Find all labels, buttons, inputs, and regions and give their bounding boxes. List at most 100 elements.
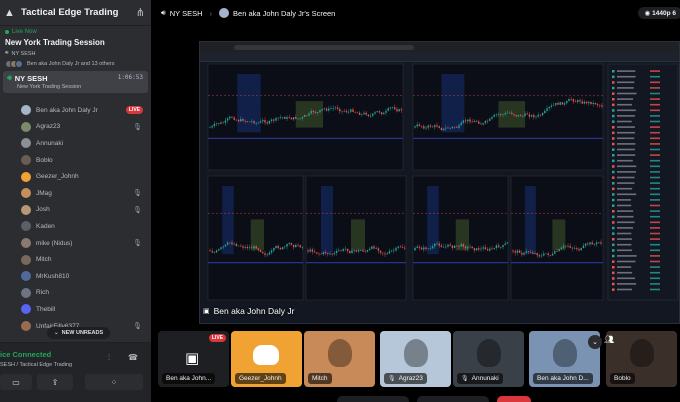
avatar xyxy=(21,238,31,249)
monitor-icon: ▣ xyxy=(203,308,210,315)
avatar-icon xyxy=(553,339,577,367)
user-name: Agraz23 xyxy=(36,123,61,131)
screen-share-button[interactable]: ⇪ xyxy=(37,374,73,390)
avatar xyxy=(21,304,31,315)
muted-mic-icon: 🎙︎ xyxy=(133,323,142,331)
participant-avatars xyxy=(5,60,23,68)
live-badge: LIVE xyxy=(208,334,226,342)
voice-user-list: Ben aka John Daly Jr LIVE Agraz23 🎙︎ Annunak… xyxy=(0,102,151,334)
avatar-icon xyxy=(328,339,352,367)
live-event-card[interactable]: Live Now New York Trading Session 🔊︎ NY … xyxy=(0,26,151,68)
participant-tile[interactable]: 🎙︎ Agraz23 xyxy=(380,331,451,387)
voice-user[interactable]: Agraz23 🎙︎ xyxy=(0,119,151,136)
stream-stage: 🔊︎ NY SESH › Ben aka John Daly Jr's Scre… xyxy=(151,0,680,402)
server-menu-icon[interactable]: ⋔ xyxy=(136,6,145,19)
user-name: Boblo xyxy=(36,156,53,164)
tile-name: Ben aka John D... xyxy=(537,375,589,382)
control-bar-hint xyxy=(417,396,489,402)
tile-name: Boblo xyxy=(614,375,631,382)
participant-tile[interactable]: ▣ LIVE Ben aka John... xyxy=(158,331,229,387)
user-name: Thebill xyxy=(36,305,56,313)
avatar xyxy=(21,271,31,282)
activities-button[interactable]: ⁘ xyxy=(85,374,143,390)
shared-screen[interactable] xyxy=(199,41,680,324)
presenter-label: ▣ Ben aka John Daly Jr xyxy=(203,306,295,316)
server-name: Tactical Edge Trading xyxy=(21,7,119,18)
avatar xyxy=(21,254,31,265)
disconnect-icon[interactable]: ☎ xyxy=(128,353,138,362)
avatar xyxy=(21,204,31,215)
stream-quality-badge[interactable]: ◉ 1440p 6 xyxy=(638,7,680,19)
participant-tile[interactable]: Geezer_Johnh xyxy=(231,331,302,387)
voice-connection-panel: ice Connected SESH / Tactical Edge Tradi… xyxy=(0,342,151,402)
chevron-down-icon: ⌄ xyxy=(54,330,59,336)
stage-header: 🔊︎ NY SESH › Ben aka John Daly Jr's Scre… xyxy=(151,0,680,26)
user-name: MrKush810 xyxy=(36,272,70,280)
muted-mic-icon: 🎙︎ xyxy=(133,206,142,214)
voice-user[interactable]: Thebill xyxy=(0,301,151,318)
event-channel-name: NY SESH xyxy=(11,50,36,57)
control-bar-hint xyxy=(337,396,409,402)
avatar-icon xyxy=(477,339,501,367)
server-logo-icon: ▲ xyxy=(4,6,15,19)
speaker-icon: 🔊︎ xyxy=(161,8,166,17)
stage-channel-name[interactable]: NY SESH xyxy=(170,9,203,18)
user-name: mike (Nidus) xyxy=(36,239,73,247)
voice-status: ice Connected xyxy=(0,350,52,359)
avatar xyxy=(21,287,31,298)
user-name: JMag xyxy=(36,189,52,197)
voice-user[interactable]: Geezer_Johnh xyxy=(0,168,151,185)
muted-mic-icon: 🎙︎ xyxy=(133,190,142,198)
voice-channel-ny-sesh[interactable]: 🔊︎ NY SESH New York Trading Session 1:06… xyxy=(3,71,148,93)
tile-name: Agraz23 xyxy=(398,375,423,382)
muted-mic-icon: 🎙︎ xyxy=(133,123,142,131)
voice-channel-name: NY SESH xyxy=(14,73,48,83)
voice-user[interactable]: MrKush810 xyxy=(0,268,151,285)
avatar-icon xyxy=(630,339,654,367)
user-name: Josh xyxy=(36,206,50,214)
voice-user[interactable]: Mitch xyxy=(0,251,151,268)
avatar xyxy=(21,321,31,332)
voice-user[interactable]: Josh 🎙︎ xyxy=(0,202,151,219)
new-unreads-button[interactable]: ⌄ NEW UNREADS xyxy=(47,327,111,339)
live-dot-icon xyxy=(5,30,9,34)
voice-user[interactable]: Rich xyxy=(0,285,151,302)
server-header[interactable]: ▲ Tactical Edge Trading ⋔ xyxy=(0,0,151,26)
tile-name: Mitch xyxy=(312,375,328,382)
voice-user[interactable]: Annunaki xyxy=(0,135,151,152)
discord-logo-icon xyxy=(253,345,279,365)
live-now-label: Live Now xyxy=(12,29,37,35)
leave-call-button[interactable] xyxy=(497,396,531,402)
screen-title: Ben aka John Daly Jr's Screen xyxy=(233,8,336,18)
noise-suppression-icon[interactable]: ⫶ xyxy=(108,353,110,363)
voice-user[interactable]: Kaden xyxy=(0,218,151,235)
participant-tile[interactable]: Boblo xyxy=(606,331,677,387)
voice-channel-icon: 🔊︎ xyxy=(7,73,12,82)
user-name: Kaden xyxy=(36,222,55,230)
session-timer: 1:06:53 xyxy=(117,74,143,81)
voice-channel-topic: New York Trading Session xyxy=(17,84,82,90)
people-icon[interactable]: 👥︎ xyxy=(604,335,614,344)
tile-name: Ben aka John... xyxy=(166,375,212,382)
voice-location[interactable]: SESH / Tactical Edge Trading xyxy=(0,362,72,368)
user-name: Rich xyxy=(36,289,50,297)
participant-tile[interactable]: 🎙︎ Annunaki xyxy=(453,331,524,387)
avatar xyxy=(21,221,31,232)
avatar-icon xyxy=(404,339,428,367)
voice-user[interactable]: mike (Nidus) 🎙︎ xyxy=(0,235,151,252)
video-button[interactable]: ▭ xyxy=(0,374,32,390)
participant-tile[interactable]: Mitch xyxy=(304,331,375,387)
user-name: Mitch xyxy=(36,256,52,264)
speaker-icon: 🔊︎ xyxy=(5,50,9,56)
voice-user[interactable]: Boblo xyxy=(0,152,151,169)
live-badge: LIVE xyxy=(125,106,143,115)
avatar xyxy=(21,171,31,182)
avatar xyxy=(21,105,31,116)
expand-tiles-button[interactable]: ⌄ xyxy=(588,335,602,349)
avatar xyxy=(21,188,31,199)
voice-user[interactable]: JMag 🎙︎ xyxy=(0,185,151,202)
browser-tab-bar xyxy=(200,42,679,52)
tile-name: Geezer_Johnh xyxy=(239,375,282,382)
user-name: Geezer_Johnh xyxy=(36,173,79,181)
voice-user[interactable]: Ben aka John Daly Jr LIVE xyxy=(0,102,151,119)
